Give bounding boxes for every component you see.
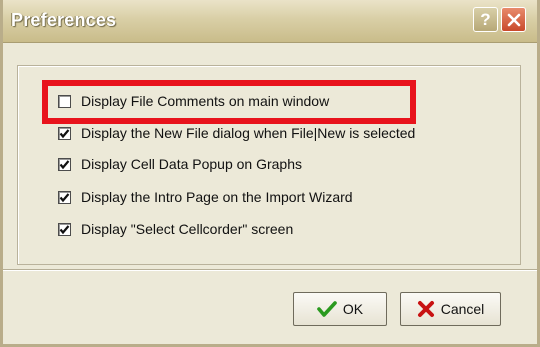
checkbox-select-cellcorder[interactable] [58,222,71,236]
checkbox-cell-data-popup[interactable] [58,157,71,171]
ok-label: OK [342,301,364,317]
checkmark-icon [59,192,70,202]
dialog-footer: OK Cancel [3,271,537,344]
preferences-dialog: Preferences ? Display File Comments on m… [0,0,540,347]
option-intro-page[interactable]: Display the Intro Page on the Import Wiz… [58,188,353,206]
title-bar[interactable]: Preferences ? [3,0,537,43]
close-button[interactable] [501,7,526,32]
option-new-file-dialog[interactable]: Display the New File dialog when File|Ne… [58,124,415,142]
help-icon: ? [480,10,491,29]
option-label: Display the New File dialog when File|Ne… [81,125,416,141]
option-label: Display Cell Data Popup on Graphs [81,156,303,172]
close-icon [507,13,520,26]
help-button[interactable]: ? [473,7,498,32]
option-label: Display "Select Cellcorder" screen [81,221,294,237]
checkbox-intro-page[interactable] [58,190,71,204]
option-cell-data-popup[interactable]: Display Cell Data Popup on Graphs [58,155,302,173]
dialog-content: Display File Comments on main window Dis… [3,43,537,269]
option-label: Display the Intro Page on the Import Wiz… [81,189,353,205]
checkmark-icon [317,300,337,318]
checkmark-icon [59,224,70,234]
cancel-label: Cancel [440,301,485,317]
ok-button[interactable]: OK [293,292,387,326]
checkmark-icon [59,128,70,138]
x-icon [417,300,435,318]
checkbox-new-file-dialog[interactable] [58,126,71,140]
option-select-cellcorder[interactable]: Display "Select Cellcorder" screen [58,220,293,238]
checkmark-icon [59,159,70,169]
window-title: Preferences [11,10,117,30]
highlight-annotation-box [42,80,416,124]
cancel-button[interactable]: Cancel [400,292,501,326]
